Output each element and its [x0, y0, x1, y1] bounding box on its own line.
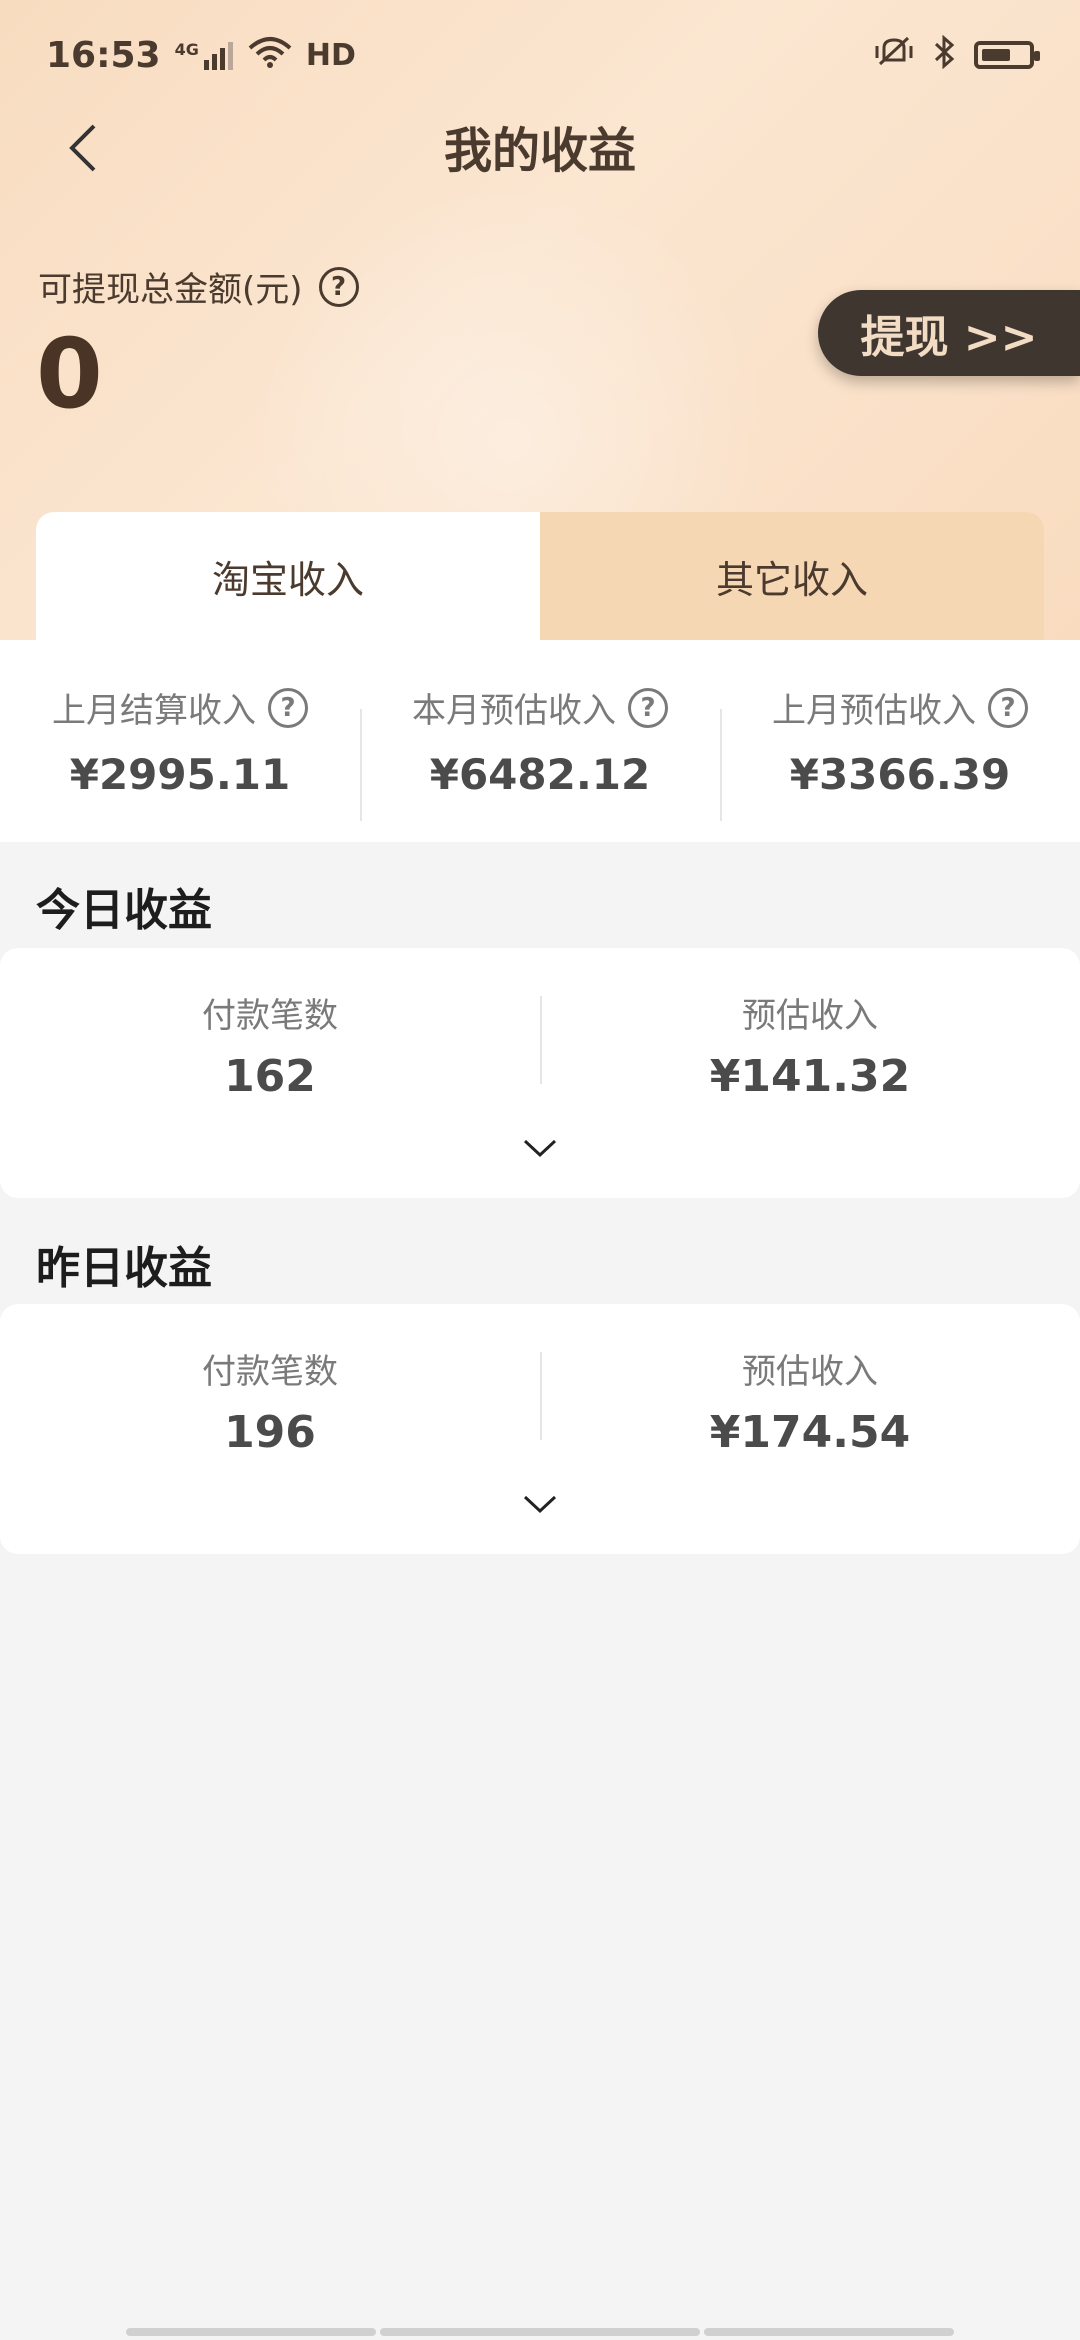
stat-label: 上月预估收入 ? — [720, 683, 1080, 732]
balance-value: 0 — [36, 318, 103, 430]
stat-label-text: 本月预估收入 — [412, 691, 616, 731]
card-value: 162 — [224, 1051, 316, 1102]
signal-icon: 4G — [175, 40, 234, 70]
tab-label: 其它收入 — [715, 557, 868, 602]
chevron-left-icon — [69, 124, 96, 172]
indicator-bar — [704, 2328, 954, 2336]
help-icon[interactable]: ? — [268, 687, 308, 728]
tab-taobao-income[interactable]: 淘宝收入 — [36, 512, 540, 640]
stat-this-month-estimated: 本月预估收入 ? ¥6482.12 — [360, 683, 720, 821]
help-icon[interactable]: ? — [988, 687, 1028, 728]
chevron-down-icon — [523, 1139, 557, 1158]
card-label: 预估收入 — [742, 1352, 878, 1392]
bluetooth-icon — [932, 34, 956, 76]
help-icon[interactable]: ? — [318, 266, 359, 307]
balance-label-text: 可提现总金额(元) — [38, 270, 303, 310]
expand-button[interactable] — [512, 1130, 568, 1166]
monthly-stats: 上月结算收入 ? ¥2995.11 本月预估收入 ? ¥6482.12 上月预估… — [0, 640, 1080, 842]
today-earnings-card: 付款笔数 162 预估收入 ¥141.32 — [0, 948, 1080, 1198]
stat-label: 上月结算收入 ? — [0, 683, 360, 732]
stat-label-text: 上月预估收入 — [772, 691, 976, 731]
title-bar: 我的收益 — [0, 110, 1080, 182]
tab-other-income[interactable]: 其它收入 — [540, 512, 1044, 640]
indicator-bar — [126, 2328, 376, 2336]
page-title: 我的收益 — [443, 123, 636, 179]
status-left: 16:53 4G HD — [46, 35, 356, 76]
bottom-indicators — [0, 2328, 1080, 2336]
income-tabs: 淘宝收入 其它收入 — [36, 512, 1044, 640]
yesterday-earnings-card: 付款笔数 196 预估收入 ¥174.54 — [0, 1304, 1080, 1554]
status-time: 16:53 — [46, 34, 161, 76]
stat-value: ¥2995.11 — [69, 750, 291, 799]
card-value: ¥174.54 — [709, 1407, 911, 1458]
today-earnings-title: 今日收益 — [36, 885, 212, 936]
card-value: ¥141.32 — [709, 1051, 911, 1102]
back-button[interactable] — [54, 118, 114, 178]
status-right — [874, 34, 1040, 77]
yesterday-earnings-title: 昨日收益 — [36, 1243, 212, 1294]
withdraw-button[interactable]: 提现 >> — [818, 290, 1080, 376]
card-row: 付款笔数 162 预估收入 ¥141.32 — [0, 988, 1080, 1108]
stat-value: ¥3366.39 — [789, 750, 1011, 799]
tab-label: 淘宝收入 — [211, 557, 364, 602]
estimated-income-column: 预估收入 ¥174.54 — [540, 1344, 1080, 1464]
card-label: 预估收入 — [742, 996, 878, 1036]
battery-icon — [974, 41, 1040, 69]
balance-label: 可提现总金额(元) ? — [38, 262, 359, 311]
hd-icon: HD — [305, 37, 356, 73]
estimated-income-column: 预估收入 ¥141.32 — [540, 988, 1080, 1108]
stat-last-month-settled: 上月结算收入 ? ¥2995.11 — [0, 683, 360, 799]
stat-last-month-estimated: 上月预估收入 ? ¥3366.39 — [720, 683, 1080, 821]
stat-label-text: 上月结算收入 — [52, 691, 256, 731]
card-label: 付款笔数 — [202, 1352, 338, 1392]
vibrate-icon — [874, 34, 914, 77]
stat-label: 本月预估收入 ? — [360, 683, 720, 732]
card-value: 196 — [224, 1407, 316, 1458]
network-type-label: 4G — [174, 40, 199, 59]
help-icon[interactable]: ? — [628, 687, 668, 728]
status-bar: 16:53 4G HD — [0, 0, 1080, 110]
payment-count-column: 付款笔数 196 — [0, 1344, 540, 1464]
chevron-down-icon — [523, 1495, 557, 1514]
stat-value: ¥6482.12 — [429, 750, 651, 799]
payment-count-column: 付款笔数 162 — [0, 988, 540, 1108]
card-label: 付款笔数 — [202, 996, 338, 1036]
card-row: 付款笔数 196 预估收入 ¥174.54 — [0, 1344, 1080, 1464]
indicator-bar — [380, 2328, 700, 2336]
expand-button[interactable] — [512, 1486, 568, 1522]
wifi-icon — [248, 36, 292, 75]
